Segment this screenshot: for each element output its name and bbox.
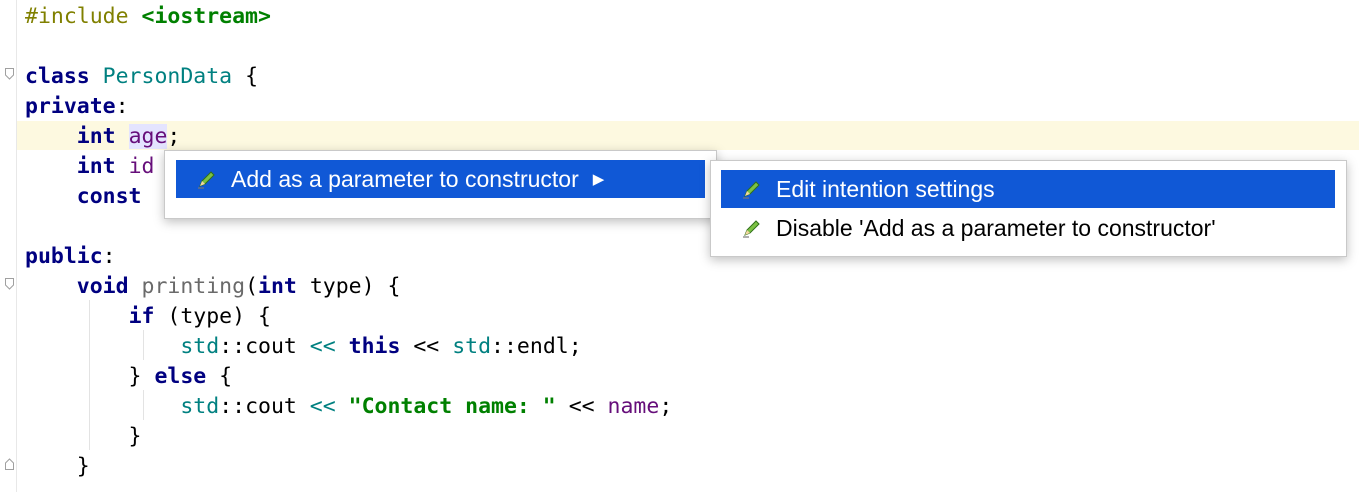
code-token: { [206,364,233,389]
code-line[interactable]: #include <iostream> [25,2,271,32]
pencil-bulb-icon [743,220,760,238]
code-line[interactable]: std::cout << this << std::endl; [25,332,582,362]
code-line[interactable]: private: [25,92,129,122]
code-token: std [180,334,220,359]
code-line[interactable]: std::cout << "Contact name: " << name; [25,392,672,422]
intention-item-label: Add as a parameter to constructor [231,165,579,192]
code-token: ::cout [219,334,310,359]
code-token: } [25,454,90,479]
submenu-item-label: Edit intention settings [776,175,995,202]
pencil-bulb-icon [743,181,760,199]
code-line[interactable]: } [25,452,90,482]
code-token: type) { [309,274,401,299]
code-line[interactable]: class PersonData { [25,62,258,92]
code-token: ::endl; [491,334,582,359]
code-token: } [25,424,142,449]
code-line[interactable]: int id [25,152,155,182]
pencil-bulb-icon [198,171,215,189]
code-token: private [25,94,116,119]
code-token: name [607,394,660,419]
edit-intention-settings-item[interactable]: Edit intention settings [721,170,1335,208]
code-token: if [128,304,168,329]
code-token: (type) { [167,304,271,329]
code-token: "Contact name: " [348,394,556,419]
code-token: int [258,274,310,299]
editor-gutter [0,0,17,492]
code-token: ::cout [219,394,310,419]
code-line[interactable]: public: [25,242,116,272]
code-line[interactable]: const [25,182,154,212]
disable-intention-item[interactable]: Disable 'Add as a parameter to construct… [721,209,1335,247]
code-token: std [180,394,220,419]
code-token: class [25,64,103,89]
code-token: { [232,64,259,89]
code-token: public [25,244,103,269]
intention-submenu: Edit intention settings Disable 'Add as … [710,160,1347,257]
code-token: ; [167,124,181,149]
submenu-item-label: Disable 'Add as a parameter to construct… [776,214,1216,241]
code-token: ( [245,274,259,299]
code-token: int [76,124,129,149]
code-token: const [76,184,155,209]
code-token: ; [659,394,673,419]
fold-marker-icon[interactable] [5,278,14,290]
code-token: << [555,394,608,419]
code-line[interactable]: if (type) { [25,302,271,332]
fold-marker-icon[interactable] [5,458,14,470]
current-line-highlight [17,121,1359,150]
intention-add-parameter-item[interactable]: Add as a parameter to constructor ▶ [176,160,705,198]
code-token: printing [141,274,246,299]
code-line[interactable]: int age; [25,122,180,152]
code-token: void [76,274,142,299]
code-token: << [309,394,336,419]
code-token: << [400,334,453,359]
code-token: id [128,154,155,179]
code-token: : [102,244,116,269]
intention-actions-popup: Add as a parameter to constructor ▶ [164,150,717,219]
submenu-arrow-icon: ▶ [592,171,605,188]
fold-marker-icon[interactable] [5,68,14,80]
code-token: this [348,334,401,359]
code-token: else [154,364,207,389]
code-token: int [76,154,129,179]
code-line[interactable]: void printing(int type) { [25,272,401,302]
code-token: age [128,124,168,149]
code-line[interactable]: } else { [25,362,233,392]
code-token: <iostream> [141,4,271,29]
code-token: : [115,94,129,119]
code-token: << [309,334,336,359]
code-token: PersonData [102,64,233,89]
code-line[interactable]: } [25,422,142,452]
code-token: #include [25,4,142,29]
code-token: } [25,364,155,389]
code-token: std [452,334,492,359]
